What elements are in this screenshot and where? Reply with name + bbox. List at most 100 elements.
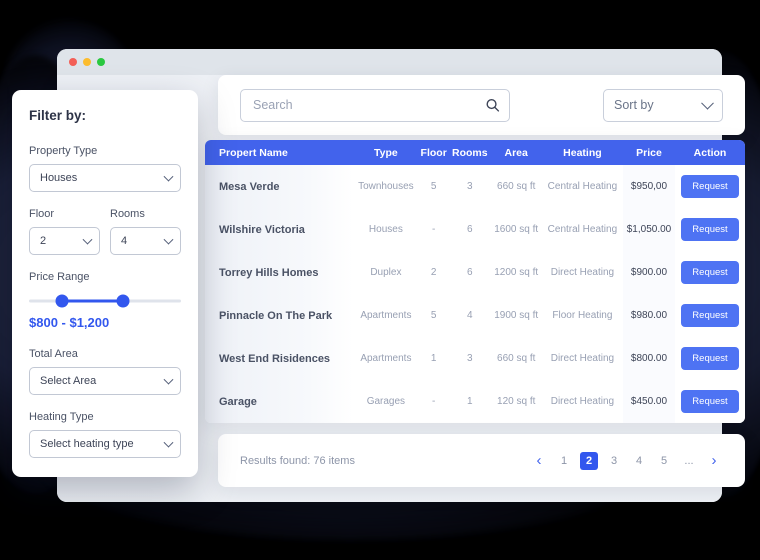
total-area-value: Select Area — [40, 375, 97, 387]
cell-area: 660 sq ft — [490, 165, 542, 208]
cell-floor: 5 — [418, 165, 449, 208]
chevron-down-icon — [163, 437, 174, 448]
pagination: ‹ 1 2 3 4 5... › — [530, 451, 723, 470]
slider-thumb-max[interactable] — [116, 294, 130, 308]
cell-heating: Central Heating — [541, 165, 623, 208]
sort-by-label: Sort by — [614, 98, 654, 112]
rooms-select[interactable]: 4 — [110, 227, 181, 255]
chevron-right-icon[interactable]: › — [705, 452, 723, 470]
cell-type: Houses — [353, 208, 419, 251]
floor-label: Floor — [29, 208, 55, 220]
search-input[interactable] — [240, 88, 510, 122]
request-button[interactable]: Request — [681, 304, 739, 327]
table-row: West End Risidences Apartments 1 3 660 sq ft… — [205, 337, 745, 380]
column-header-area[interactable]: Area — [490, 140, 542, 165]
total-area-label: Total Area — [29, 348, 78, 360]
column-header-name[interactable]: Propert Name — [205, 140, 354, 165]
cell-property-name: Mesa Verde — [205, 165, 354, 208]
cell-heating: Central Heating — [541, 208, 623, 251]
column-header-floor[interactable]: Floor — [418, 140, 449, 165]
heating-type-value: Select heating type — [40, 438, 134, 450]
column-header-type[interactable]: Type — [353, 140, 419, 165]
cell-heating: Direct Heating — [541, 251, 623, 294]
property-type-value: Houses — [40, 172, 78, 184]
pagination-page-ellipsisellipsisellipsis[interactable]: ... — [680, 452, 698, 470]
cell-action: Request — [675, 294, 745, 337]
pagination-page-5[interactable]: 5 — [655, 452, 673, 470]
cell-rooms: 6 — [449, 208, 491, 251]
cell-floor: 5 — [418, 294, 449, 337]
price-range-slider[interactable] — [29, 293, 181, 309]
filter-group-heating-type: Heating Type Select heating type — [29, 411, 181, 458]
heating-type-label: Heating Type — [29, 411, 94, 423]
search-icon[interactable] — [485, 98, 500, 113]
cell-floor: - — [418, 208, 449, 251]
maximize-icon[interactable] — [97, 58, 105, 66]
cell-floor: 1 — [418, 337, 449, 380]
request-button[interactable]: Request — [681, 261, 739, 284]
cell-property-name: Torrey Hills Homes — [205, 251, 354, 294]
table-body: Mesa Verde Townhouses 5 3 660 sq ft Central H… — [205, 165, 745, 423]
heating-type-select[interactable]: Select heating type — [29, 430, 181, 458]
floor-value: 2 — [40, 235, 47, 247]
chevron-down-icon — [701, 96, 714, 110]
chevron-down-icon — [163, 234, 174, 245]
filter-panel-title: Filter by: — [29, 108, 87, 123]
cell-heating: Floor Heating — [541, 294, 623, 337]
pagination-page-1[interactable]: 1 — [555, 452, 573, 470]
cell-area: 1600 sq ft — [490, 208, 542, 251]
cell-price: $950,00 — [622, 165, 675, 208]
request-button[interactable]: Request — [681, 175, 739, 198]
cell-heating: Direct Heating — [541, 337, 623, 380]
cell-type: Garages — [353, 380, 419, 423]
properties-table: Propert Name Type Floor Rooms Area Heati… — [205, 140, 745, 423]
browser-titlebar — [57, 49, 722, 75]
rooms-label: Rooms — [110, 208, 145, 220]
floor-select[interactable]: 2 — [29, 227, 100, 255]
request-button[interactable]: Request — [681, 390, 739, 413]
cell-property-name: Pinnacle On The Park — [205, 294, 354, 337]
sort-by-dropdown[interactable]: Sort by — [603, 88, 723, 122]
request-button[interactable]: Request — [681, 218, 739, 241]
cell-property-name: Wilshire Victoria — [205, 208, 354, 251]
search-toolbar: Sort by — [218, 75, 745, 135]
slider-thumb-min[interactable] — [55, 294, 69, 308]
close-icon[interactable] — [69, 58, 77, 66]
chevron-down-icon — [163, 374, 174, 385]
table-head: Propert Name Type Floor Rooms Area Heati… — [205, 140, 745, 165]
cell-action: Request — [675, 380, 745, 423]
filter-group-price-range: Price Range $800 - $1,200 — [29, 271, 181, 330]
table-row: Pinnacle On The Park Apartments 5 4 1900 sq … — [205, 294, 745, 337]
cell-area: 1200 sq ft — [490, 251, 542, 294]
minimize-icon[interactable] — [83, 58, 91, 66]
request-button[interactable]: Request — [681, 347, 739, 370]
column-header-heating[interactable]: Heating — [541, 140, 623, 165]
table-row: Torrey Hills Homes Duplex 2 6 1200 sq ft Dire… — [205, 251, 745, 294]
cell-rooms: 3 — [449, 165, 491, 208]
cell-property-name: West End Risidences — [205, 337, 354, 380]
pagination-page-2[interactable]: 2 — [580, 451, 598, 470]
cell-action: Request — [675, 251, 745, 294]
chevron-left-icon[interactable]: ‹ — [530, 452, 548, 470]
filter-panel: Filter by: Property Type Houses Floor 2 … — [12, 90, 198, 477]
pagination-page-3[interactable]: 3 — [605, 452, 623, 470]
cell-property-name: Garage — [205, 380, 354, 423]
cell-rooms: 3 — [449, 337, 491, 380]
cell-price: $980.00 — [622, 294, 675, 337]
table-row: Garage Garages -1 120 sq ft Direct Heating $4… — [205, 380, 745, 423]
cell-type: Townhouses — [353, 165, 419, 208]
pagination-page-4[interactable]: 4 — [630, 452, 648, 470]
total-area-select[interactable]: Select Area — [29, 367, 181, 395]
cell-action: Request — [675, 337, 745, 380]
rooms-value: 4 — [121, 235, 128, 247]
table-header-row: Propert Name Type Floor Rooms Area Heati… — [205, 140, 745, 165]
pagination-pages: 1 2 3 4 5... — [555, 451, 698, 470]
cell-type: Duplex — [353, 251, 419, 294]
column-header-price[interactable]: Price — [622, 140, 675, 165]
property-type-label: Property Type — [29, 145, 98, 157]
property-type-select[interactable]: Houses — [29, 164, 181, 192]
cell-area: 120 sq ft — [490, 380, 542, 423]
filter-group-floor-rooms: Floor 2 Rooms 4 — [29, 208, 181, 255]
results-count-label: Results found: 76 items — [240, 454, 355, 467]
column-header-rooms[interactable]: Rooms — [449, 140, 491, 165]
